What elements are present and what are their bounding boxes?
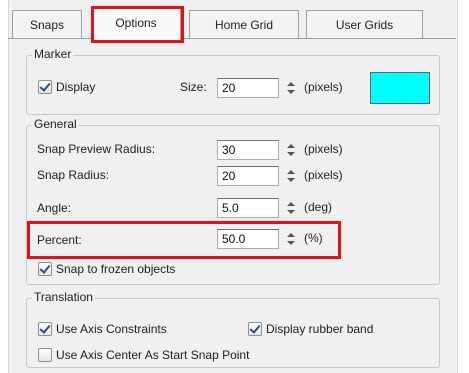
marker-display-checkbox[interactable] <box>38 80 52 94</box>
snap-preview-radius-unit: (pixels) <box>304 142 343 156</box>
snap-radius-spinner[interactable] <box>286 168 296 184</box>
snap-to-frozen-checkbox[interactable] <box>38 262 52 276</box>
spinner-up-arrow-icon[interactable] <box>286 168 296 176</box>
spinner-up-arrow-icon[interactable] <box>286 80 296 88</box>
tab-snaps[interactable]: Snaps <box>12 10 82 38</box>
display-rubber-band-label: Display rubber band <box>266 322 374 336</box>
percent-row-highlight <box>27 221 341 259</box>
use-axis-constraints-checkbox[interactable] <box>38 322 52 336</box>
marker-size-label: Size: <box>180 80 207 94</box>
marker-size-spinner[interactable] <box>286 80 296 96</box>
general-group-title: General <box>32 117 79 131</box>
snap-preview-radius-label: Snap Preview Radius: <box>37 142 156 156</box>
tab-home-grid[interactable]: Home Grid <box>189 10 299 38</box>
spinner-down-arrow-icon[interactable] <box>286 150 296 158</box>
snap-preview-radius-input[interactable]: 30 <box>217 140 279 160</box>
snap-radius-input[interactable]: 20 <box>217 166 279 186</box>
use-axis-center-label: Use Axis Center As Start Snap Point <box>56 348 250 362</box>
display-rubber-band-checkbox[interactable] <box>248 322 262 336</box>
angle-spinner[interactable] <box>286 200 296 216</box>
angle-unit: (deg) <box>304 200 333 214</box>
spinner-down-arrow-icon[interactable] <box>286 176 296 184</box>
marker-size-unit: (pixels) <box>304 80 343 94</box>
marker-group-title: Marker <box>32 47 74 61</box>
angle-input[interactable]: 5.0 <box>217 198 279 218</box>
marker-size-input[interactable]: 20 <box>217 78 279 98</box>
tab-user-grids[interactable]: User Grids <box>306 10 423 38</box>
snap-to-frozen-label: Snap to frozen objects <box>56 262 176 276</box>
spinner-up-arrow-icon[interactable] <box>286 200 296 208</box>
use-axis-constraints-label: Use Axis Constraints <box>56 322 167 336</box>
snap-radius-unit: (pixels) <box>304 168 343 182</box>
spinner-up-arrow-icon[interactable] <box>286 142 296 150</box>
spinner-down-arrow-icon[interactable] <box>286 88 296 96</box>
marker-display-label: Display <box>56 80 96 94</box>
marker-color-swatch[interactable] <box>370 72 430 104</box>
angle-label: Angle: <box>37 201 72 215</box>
snap-preview-radius-spinner[interactable] <box>286 142 296 158</box>
options-tab-highlight <box>91 6 184 43</box>
use-axis-center-checkbox[interactable] <box>38 348 52 362</box>
snap-radius-label: Snap Radius: <box>37 168 110 182</box>
spinner-down-arrow-icon[interactable] <box>286 208 296 216</box>
translation-group-title: Translation <box>32 290 95 304</box>
